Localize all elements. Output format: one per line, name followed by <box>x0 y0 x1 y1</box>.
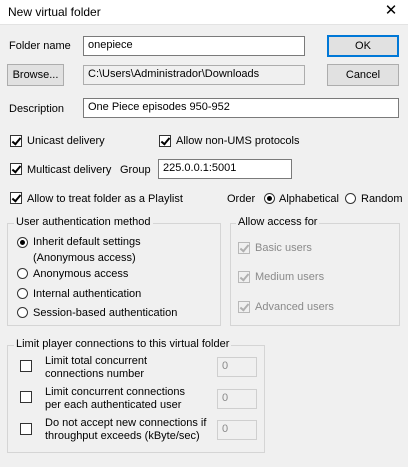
auth-internal-label: Internal authentication <box>33 288 142 300</box>
order-random-label: Random <box>361 193 403 205</box>
unicast-label: Unicast delivery <box>27 135 105 147</box>
ok-button[interactable]: OK <box>327 35 399 57</box>
browse-button[interactable]: Browse... <box>7 64 64 86</box>
access-basic-checkbox[interactable] <box>238 242 250 254</box>
limit-throughput-sublabel: throughput exceeds (kByte/sec) <box>45 430 200 442</box>
multicast-checkbox[interactable] <box>10 163 22 175</box>
auth-group-title: User authentication method <box>14 216 153 228</box>
window-title: New virtual folder <box>8 5 101 19</box>
limit-total-sublabel: connections number <box>45 368 145 380</box>
order-random-radio[interactable] <box>345 193 356 204</box>
order-label: Order <box>227 193 256 205</box>
limit-per-user-input[interactable]: 0 <box>217 389 257 409</box>
limit-throughput-checkbox[interactable] <box>20 423 32 435</box>
limits-group-title: Limit player connections to this virtual… <box>14 338 232 350</box>
limit-throughput-input[interactable]: 0 <box>217 420 257 440</box>
limit-throughput-label: Do not accept new connections if <box>45 417 207 429</box>
auth-session-radio[interactable] <box>17 307 28 318</box>
access-basic-label: Basic users <box>255 242 312 254</box>
order-alphabetical-radio[interactable] <box>264 193 275 204</box>
access-advanced-checkbox[interactable] <box>238 301 250 313</box>
group-input[interactable]: 225.0.0.1:5001 <box>158 159 292 179</box>
auth-inherit-sublabel: (Anonymous access) <box>33 252 136 264</box>
unicast-checkbox[interactable] <box>10 135 22 147</box>
access-advanced-label: Advanced users <box>255 301 334 313</box>
access-group-title: Allow access for <box>236 216 320 228</box>
cancel-button[interactable]: Cancel <box>327 64 399 86</box>
limit-total-label: Limit total concurrent <box>45 355 148 367</box>
playlist-label: Allow to treat folder as a Playlist <box>27 193 183 205</box>
group-label: Group <box>120 164 151 176</box>
allow-non-ums-checkbox[interactable] <box>159 135 171 147</box>
auth-internal-radio[interactable] <box>17 288 28 299</box>
folder-name-input[interactable]: onepiece <box>83 36 305 56</box>
access-medium-checkbox[interactable] <box>238 271 250 283</box>
close-icon[interactable]: ✕ <box>381 1 401 21</box>
limit-per-user-checkbox[interactable] <box>20 391 32 403</box>
allow-non-ums-label: Allow non-UMS protocols <box>176 135 300 147</box>
playlist-checkbox[interactable] <box>10 192 22 204</box>
description-label: Description <box>9 103 65 115</box>
limit-total-input[interactable]: 0 <box>217 357 257 377</box>
limit-per-user-sublabel: per each authenticated user <box>45 399 182 411</box>
auth-anonymous-label: Anonymous access <box>33 268 129 280</box>
limit-total-checkbox[interactable] <box>20 360 32 372</box>
auth-inherit-label: Inherit default settings <box>33 236 141 248</box>
limit-per-user-label: Limit concurrent connections <box>45 386 186 398</box>
description-input[interactable]: One Piece episodes 950-952 <box>83 98 399 118</box>
folder-path-field: C:\Users\Administrador\Downloads <box>83 65 305 85</box>
auth-session-label: Session-based authentication <box>33 307 178 319</box>
order-alphabetical-label: Alphabetical <box>279 193 339 205</box>
folder-name-label: Folder name <box>9 40 71 52</box>
access-medium-label: Medium users <box>255 271 325 283</box>
auth-anonymous-radio[interactable] <box>17 268 28 279</box>
auth-inherit-radio[interactable] <box>17 237 28 248</box>
multicast-label: Multicast delivery <box>27 164 112 176</box>
